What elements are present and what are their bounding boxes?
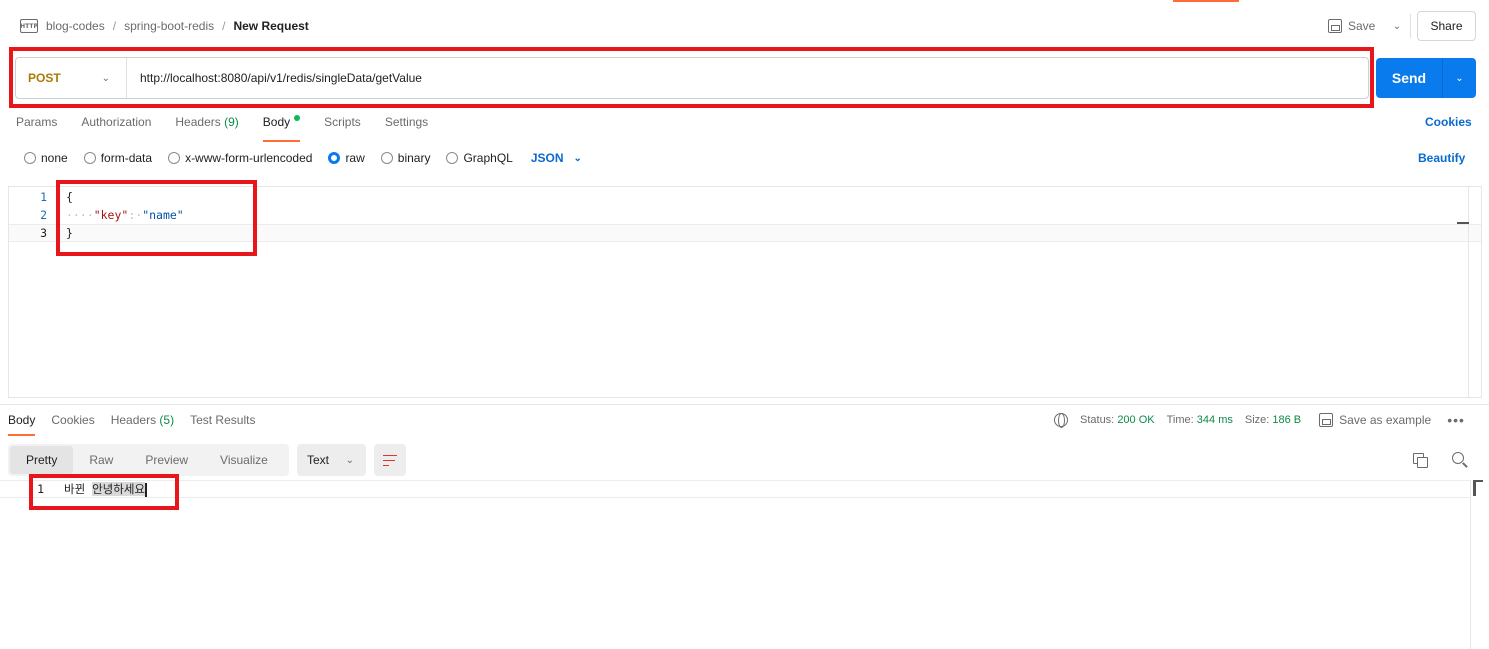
annotation-box-response bbox=[29, 474, 179, 510]
body-type-options: none form-data x-www-form-urlencoded raw… bbox=[24, 150, 582, 166]
save-label: Save bbox=[1348, 19, 1376, 33]
response-size[interactable]: Size: 186 B bbox=[1245, 414, 1301, 426]
response-tab-cookies[interactable]: Cookies bbox=[51, 412, 94, 436]
headers-count: (9) bbox=[224, 115, 239, 129]
send-button[interactable]: Send ⌄ bbox=[1376, 58, 1476, 98]
line-number: 1 bbox=[40, 190, 47, 204]
annotation-box-url bbox=[9, 47, 1374, 108]
body-indicator-dot bbox=[294, 115, 301, 121]
save-options-chevron-icon[interactable]: ⌄ bbox=[1390, 17, 1404, 35]
editor-scrollbar[interactable] bbox=[1457, 187, 1469, 397]
annotation-box-body bbox=[56, 180, 257, 256]
tab-scripts[interactable]: Scripts bbox=[324, 112, 361, 142]
breadcrumb-separator: / bbox=[222, 19, 226, 33]
breadcrumb-separator: / bbox=[112, 19, 117, 33]
more-options-icon[interactable]: ••• bbox=[1447, 412, 1465, 428]
cookies-link[interactable]: Cookies bbox=[1425, 115, 1472, 129]
response-tab-test-results[interactable]: Test Results bbox=[190, 412, 255, 436]
breadcrumb: HTTP blog-codes / spring-boot-redis / Ne… bbox=[20, 16, 309, 36]
response-format-select[interactable]: Text ⌄ bbox=[297, 444, 366, 476]
view-pretty[interactable]: Pretty bbox=[10, 446, 74, 474]
status[interactable]: Status: 200 OK bbox=[1080, 414, 1155, 426]
request-tabs: Params Authorization Headers (9) Body Sc… bbox=[16, 112, 428, 142]
response-tab-body[interactable]: Body bbox=[8, 412, 36, 436]
line-number: 3 bbox=[40, 226, 47, 240]
save-button[interactable]: Save bbox=[1328, 16, 1375, 36]
save-as-example-button[interactable]: Save as example bbox=[1319, 413, 1431, 427]
radio-binary[interactable]: binary bbox=[380, 151, 430, 165]
response-scrollbar[interactable] bbox=[1470, 480, 1471, 649]
breadcrumb-collection[interactable]: blog-codes bbox=[46, 19, 105, 33]
radio-circle bbox=[446, 152, 459, 164]
view-visualize[interactable]: Visualize bbox=[204, 446, 284, 474]
save-icon bbox=[1328, 19, 1342, 33]
radio-urlencoded[interactable]: x-www-form-urlencoded bbox=[168, 151, 312, 165]
wrap-lines-icon bbox=[383, 454, 397, 466]
search-icon[interactable] bbox=[1452, 452, 1468, 468]
active-tab-indicator bbox=[1173, 0, 1239, 2]
response-tabs: Body Cookies Headers (5) Test Results bbox=[8, 412, 255, 436]
tab-authorization[interactable]: Authorization bbox=[81, 112, 151, 142]
beautify-button[interactable]: Beautify bbox=[1418, 151, 1465, 165]
chevron-down-icon: ⌄ bbox=[345, 454, 354, 466]
chevron-down-icon: ⌄ bbox=[573, 152, 582, 164]
scrollbar-marker bbox=[1473, 480, 1483, 496]
save-icon bbox=[1319, 413, 1334, 427]
view-raw[interactable]: Raw bbox=[73, 446, 129, 474]
tab-headers[interactable]: Headers (9) bbox=[175, 112, 238, 142]
scrollbar-marker bbox=[1457, 222, 1469, 224]
radio-form-data[interactable]: form-data bbox=[83, 151, 152, 165]
tab-settings[interactable]: Settings bbox=[385, 112, 428, 142]
tab-params[interactable]: Params bbox=[16, 112, 57, 142]
radio-circle bbox=[24, 152, 36, 164]
globe-icon[interactable] bbox=[1054, 413, 1068, 428]
copy-icon[interactable] bbox=[1413, 453, 1428, 468]
wrap-lines-button[interactable] bbox=[374, 444, 406, 476]
radio-raw[interactable]: raw bbox=[328, 151, 365, 165]
response-body-line[interactable]: 1 바뀐 안녕하세요 bbox=[0, 480, 1470, 498]
line-number: 2 bbox=[40, 208, 47, 222]
radio-circle-selected bbox=[328, 152, 341, 164]
radio-circle bbox=[83, 152, 96, 164]
language-select[interactable]: JSON ⌄ bbox=[531, 151, 582, 165]
section-divider[interactable] bbox=[0, 404, 1489, 405]
response-view-switch: Pretty Raw Preview Visualize bbox=[8, 444, 289, 476]
view-preview[interactable]: Preview bbox=[129, 446, 204, 474]
radio-graphql[interactable]: GraphQL bbox=[446, 151, 513, 165]
response-meta: Status: 200 OK Time: 344 ms Size: 186 B … bbox=[1054, 412, 1465, 428]
chevron-down-icon[interactable]: ⌄ bbox=[1443, 73, 1476, 84]
divider bbox=[1410, 14, 1411, 38]
radio-none[interactable]: none bbox=[24, 151, 68, 165]
response-tab-headers[interactable]: Headers (5) bbox=[111, 412, 174, 436]
share-button[interactable]: Share bbox=[1417, 11, 1476, 41]
breadcrumb-folder[interactable]: spring-boot-redis bbox=[124, 19, 214, 33]
request-title[interactable]: New Request bbox=[233, 19, 308, 33]
http-request-icon: HTTP bbox=[20, 19, 38, 33]
response-headers-count: (5) bbox=[159, 413, 175, 427]
response-time[interactable]: Time: 344 ms bbox=[1167, 414, 1233, 426]
send-label: Send bbox=[1391, 70, 1427, 86]
radio-circle bbox=[168, 152, 181, 164]
tab-body[interactable]: Body bbox=[262, 112, 301, 142]
radio-circle bbox=[380, 152, 393, 164]
